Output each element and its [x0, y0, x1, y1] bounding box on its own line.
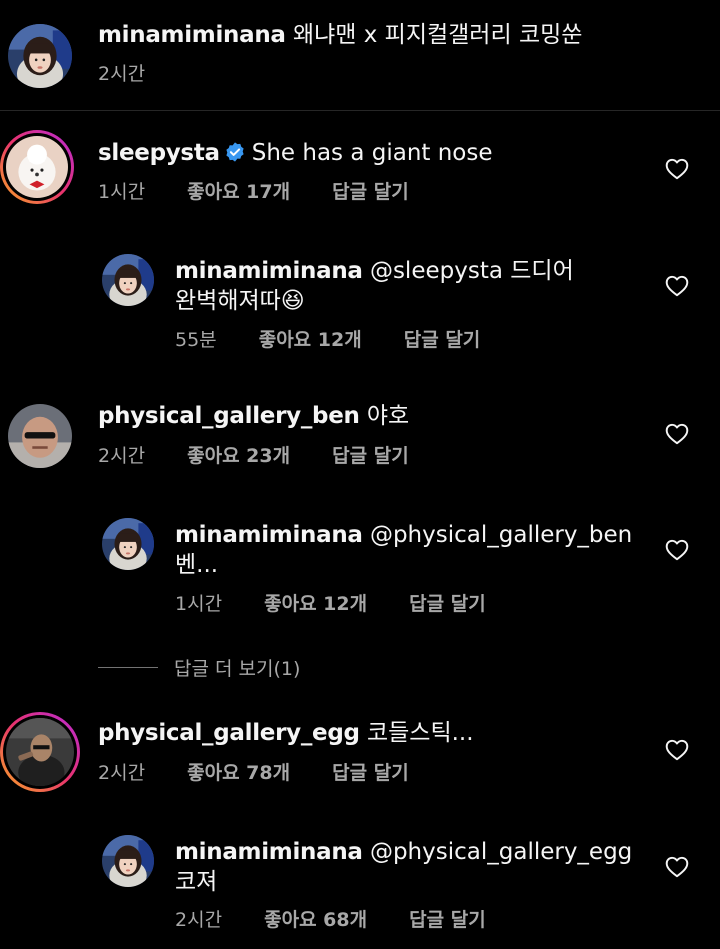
avatar[interactable] [8, 24, 72, 88]
comment-username[interactable]: physical_gallery_egg [98, 720, 360, 746]
reply-username[interactable]: minamiminana [175, 522, 363, 548]
reply-text: minamiminana @physical_gallery_ben 벤... [175, 520, 635, 580]
avatar-image [6, 718, 74, 786]
heart-outline-icon[interactable] [664, 737, 690, 763]
reply-text-line2: 벤... [175, 552, 219, 578]
avatar-story-ring[interactable] [0, 712, 80, 792]
avatar-image [6, 136, 68, 198]
comment-time: 2시간 [98, 762, 146, 784]
heart-outline-icon[interactable] [664, 537, 690, 563]
view-more-replies[interactable]: 답글 더 보기(1) [98, 652, 300, 682]
reply-text-line1: @physical_gallery_ben [369, 522, 633, 548]
caption-time: 2시간 [98, 63, 146, 85]
more-replies-line [98, 666, 158, 668]
comment-text: 야호 [366, 403, 410, 429]
heart-outline-icon[interactable] [664, 421, 690, 447]
avatar[interactable] [102, 518, 154, 570]
reply-text-line2: 코져 [175, 869, 218, 895]
comment-likes[interactable]: 좋아요 78개 [187, 762, 290, 784]
reply-likes[interactable]: 좋아요 12개 [259, 329, 362, 351]
reply-button[interactable]: 답글 달기 [404, 329, 481, 351]
reply-username[interactable]: minamiminana [175, 258, 363, 284]
reply-time: 2시간 [175, 909, 223, 931]
heart-outline-icon[interactable] [664, 273, 690, 299]
comment-text-row: physical_gallery_ben 야호 [98, 401, 409, 431]
reply-time: 55분 [175, 329, 217, 351]
comment-time: 2시간 [98, 445, 146, 467]
reply-meta: 2시간 좋아요 68개 답글 달기 [175, 908, 522, 932]
avatar [6, 718, 74, 786]
heart-outline-icon[interactable] [664, 854, 690, 880]
avatar[interactable] [102, 254, 154, 306]
reply-meta: 55분 좋아요 12개 답글 달기 [175, 328, 516, 352]
reply-likes[interactable]: 좋아요 12개 [264, 593, 367, 615]
comment-likes[interactable]: 좋아요 23개 [187, 445, 290, 467]
comment-text: 코들스틱... [366, 720, 474, 746]
comment-meta: 2시간 좋아요 78개 답글 달기 [98, 761, 445, 785]
comment-text-row: physical_gallery_egg 코들스틱... [98, 718, 474, 748]
post-caption: minamiminana 왜냐맨 x 피지컬갤러리 코밍쑨 2시간 [0, 0, 720, 110]
reply-time: 1시간 [175, 593, 223, 615]
more-replies-label[interactable]: 답글 더 보기(1) [174, 654, 300, 681]
reply-text: minamiminana @sleepysta 드디어 완벽해져따😆 [175, 256, 615, 316]
caption-meta: 2시간 [98, 62, 181, 86]
reply-likes[interactable]: 좋아요 68개 [264, 909, 367, 931]
reply-button[interactable]: 답글 달기 [409, 909, 486, 931]
reply-text-line2: 완벽해져따😆 [175, 288, 305, 314]
reply-button[interactable]: 답글 달기 [332, 445, 409, 467]
comment-text: She has a giant nose [251, 140, 493, 166]
avatar[interactable] [102, 835, 154, 887]
caption-text: 왜냐맨 x 피지컬갤러리 코밍쑨 [292, 22, 583, 48]
reply-text: minamiminana @physical_gallery_egg 코져 [175, 837, 635, 897]
caption-text-row: minamiminana 왜냐맨 x 피지컬갤러리 코밍쑨 [98, 20, 582, 50]
reply-button[interactable]: 답글 달기 [332, 181, 409, 203]
divider [0, 110, 720, 111]
comment-text-row: sleepysta She has a giant nose [98, 138, 493, 168]
reply-button[interactable]: 답글 달기 [332, 762, 409, 784]
caption-username[interactable]: minamiminana [98, 22, 286, 48]
heart-outline-icon[interactable] [664, 156, 690, 182]
avatar[interactable] [8, 404, 72, 468]
comment-username[interactable]: physical_gallery_ben [98, 403, 360, 429]
verified-badge-icon [226, 142, 244, 162]
reply-meta: 1시간 좋아요 12개 답글 달기 [175, 592, 522, 616]
avatar-story-ring[interactable] [0, 130, 74, 204]
comment-likes[interactable]: 좋아요 17개 [187, 181, 290, 203]
comment-username[interactable]: sleepysta [98, 140, 220, 166]
comment-time: 1시간 [98, 181, 146, 203]
reply-button[interactable]: 답글 달기 [409, 593, 486, 615]
reply-username[interactable]: minamiminana [175, 839, 363, 865]
comment-meta: 1시간 좋아요 17개 답글 달기 [98, 180, 445, 204]
reply-text-line1: @physical_gallery_egg [369, 839, 633, 865]
reply-text-line1: @sleepysta 드디어 [369, 258, 574, 284]
avatar [6, 136, 68, 198]
comment-meta: 2시간 좋아요 23개 답글 달기 [98, 444, 445, 468]
